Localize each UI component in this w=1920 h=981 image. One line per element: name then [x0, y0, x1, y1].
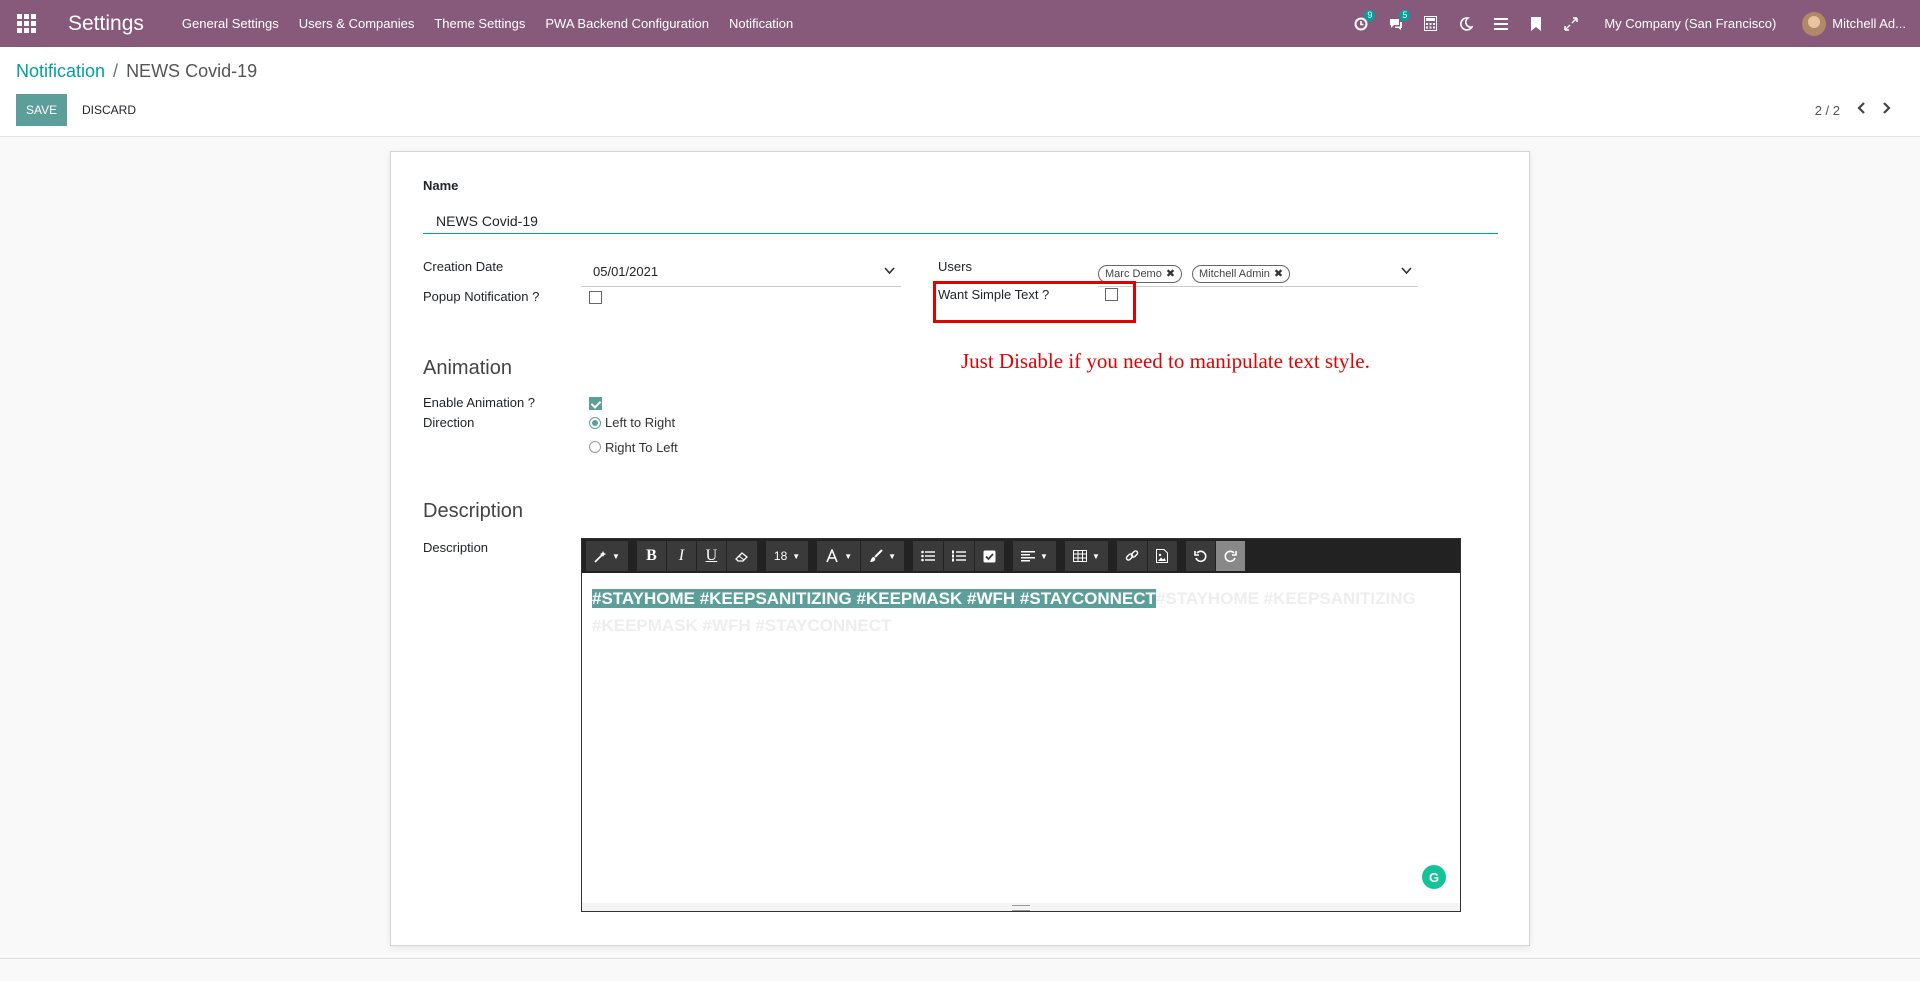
style-magic-wand-icon[interactable]: ▼ — [586, 541, 629, 571]
calculator-icon[interactable] — [1413, 0, 1448, 47]
checklist-icon[interactable] — [975, 541, 1006, 571]
user-menu[interactable]: Mitchell Ad... — [1802, 11, 1906, 36]
grammarly-icon[interactable]: G — [1422, 865, 1446, 889]
direction-radio-right-to-left[interactable] — [589, 441, 601, 453]
font-color-icon[interactable]: ▼ — [817, 541, 862, 571]
font-size-dropdown[interactable]: 18 ▼ — [765, 541, 810, 571]
menu-item-pwa-backend[interactable]: PWA Backend Configuration — [545, 16, 709, 31]
pager: 2 / 2 — [1815, 101, 1892, 119]
activity-badge: 9 — [1364, 10, 1376, 21]
pager-previous-icon[interactable] — [1856, 101, 1866, 119]
popup-notification-label: Popup Notification ? — [423, 289, 540, 304]
unordered-list-icon[interactable] — [913, 541, 945, 571]
menu-item-notification[interactable]: Notification — [729, 16, 793, 31]
redo-icon[interactable] — [1215, 541, 1246, 571]
editor-resize-handle[interactable] — [582, 903, 1460, 911]
app-title[interactable]: Settings — [68, 12, 144, 36]
users-label: Users — [938, 259, 972, 274]
dark-mode-moon-icon[interactable] — [1448, 0, 1483, 47]
breadcrumb: Notification / NEWS Covid-19 — [16, 61, 257, 82]
undo-icon[interactable] — [1185, 541, 1216, 571]
company-switcher[interactable]: My Company (San Francisco) — [1604, 16, 1776, 31]
bookmark-icon[interactable] — [1518, 0, 1553, 47]
breadcrumb-separator: / — [113, 61, 119, 81]
user-name: Mitchell Ad... — [1832, 16, 1906, 31]
editor-content[interactable]: #STAYHOME #KEEPSANITIZING #KEEPMASK #WFH… — [582, 573, 1460, 651]
hamburger-menu-icon[interactable] — [1483, 0, 1518, 47]
creation-date-input[interactable]: 05/01/2021 — [581, 262, 901, 287]
direction-option-label[interactable]: Left to Right — [605, 415, 675, 430]
breadcrumb-notification-link[interactable]: Notification — [16, 61, 105, 81]
fullscreen-icon[interactable] — [1553, 0, 1588, 47]
user-tag-label: Marc Demo — [1105, 268, 1162, 280]
animation-section-title: Animation — [423, 357, 512, 379]
italic-icon[interactable]: I — [666, 541, 697, 571]
bold-icon[interactable]: B — [636, 541, 667, 571]
ordered-list-icon[interactable] — [944, 541, 976, 571]
direction-radio-left-to-right[interactable] — [589, 417, 601, 429]
creation-date-label: Creation Date — [423, 259, 504, 274]
discard-button[interactable]: Discard — [72, 94, 147, 126]
main-menu: General Settings Users & Companies Theme… — [182, 16, 813, 31]
font-size-value: 18 — [773, 549, 788, 563]
menu-item-users-companies[interactable]: Users & Companies — [299, 16, 415, 31]
table-icon[interactable]: ▼ — [1064, 541, 1109, 571]
remove-tag-icon[interactable]: ✖ — [1274, 268, 1283, 280]
chevron-down-icon[interactable] — [1401, 266, 1412, 278]
user-tag-label: Mitchell Admin — [1199, 268, 1270, 280]
users-many2many-field[interactable]: Marc Demo ✖ Mitchell Admin ✖ — [1098, 262, 1418, 287]
form-sheet: Name NEWS Covid-19 Creation Date 05/01/2… — [390, 151, 1530, 946]
save-button[interactable]: Save — [16, 94, 68, 126]
simple-text-label: Want Simple Text ? — [938, 287, 1050, 302]
description-html-editor[interactable]: ▼ B I U 18 ▼ ▼ ▼ ▼ ▼ #STAYHOME #KEEPSANI… — [581, 538, 1461, 912]
media-image-icon[interactable] — [1147, 541, 1178, 571]
control-panel: Notification / NEWS Covid-19 Save Discard … — [0, 47, 1920, 137]
creation-date-value: 05/01/2021 — [593, 264, 659, 279]
pager-value[interactable]: 2 / 2 — [1815, 103, 1840, 118]
apps-menu-icon[interactable] — [0, 0, 52, 47]
messages-badge: 5 — [1399, 10, 1411, 21]
menu-item-theme-settings[interactable]: Theme Settings — [434, 16, 525, 31]
underline-icon[interactable]: U — [696, 541, 727, 571]
highlighted-hashtag-text: #STAYHOME #KEEPSANITIZING #KEEPMASK #WFH… — [592, 589, 1156, 608]
simple-text-checkbox[interactable] — [1105, 288, 1118, 301]
direction-option-label[interactable]: Right To Left — [605, 440, 678, 455]
name-label: Name — [423, 178, 459, 193]
user-avatar — [1802, 11, 1827, 36]
annotation-text: Just Disable if you need to manipulate t… — [961, 349, 1370, 373]
systray: 9 5 My Company (San Francisco) Mitchell … — [1343, 0, 1920, 47]
background-color-brush-icon[interactable]: ▼ — [861, 541, 906, 571]
eraser-icon[interactable] — [726, 541, 758, 571]
footer-divider — [0, 958, 1920, 959]
description-label: Description — [423, 540, 489, 555]
remove-tag-icon[interactable]: ✖ — [1166, 268, 1175, 280]
user-tag: Mitchell Admin ✖ — [1192, 265, 1291, 283]
enable-animation-checkbox[interactable] — [589, 397, 602, 410]
menu-item-general-settings[interactable]: General Settings — [182, 16, 279, 31]
breadcrumb-current: NEWS Covid-19 — [126, 61, 258, 81]
animated-ghost-text: #KEEPMASK #WFH #STAYCONNECT — [592, 616, 892, 635]
enable-animation-label: Enable Animation ? — [423, 395, 536, 410]
popup-notification-checkbox[interactable] — [589, 291, 602, 304]
top-navbar: Settings General Settings Users & Compan… — [0, 0, 1920, 47]
pager-next-icon[interactable] — [1882, 101, 1892, 119]
activity-icon[interactable]: 9 — [1343, 0, 1378, 47]
name-input[interactable]: NEWS Covid-19 — [423, 204, 1498, 234]
description-section-title: Description — [423, 500, 524, 522]
chevron-down-icon — [884, 266, 895, 278]
editor-toolbar: ▼ B I U 18 ▼ ▼ ▼ ▼ ▼ — [582, 539, 1460, 573]
paragraph-align-icon[interactable]: ▼ — [1013, 541, 1057, 571]
link-icon[interactable] — [1116, 541, 1148, 571]
messages-icon[interactable]: 5 — [1378, 0, 1413, 47]
direction-label: Direction — [423, 415, 475, 430]
animated-ghost-text: #STAYHOME #KEEPSANITIZING — [1155, 589, 1416, 608]
